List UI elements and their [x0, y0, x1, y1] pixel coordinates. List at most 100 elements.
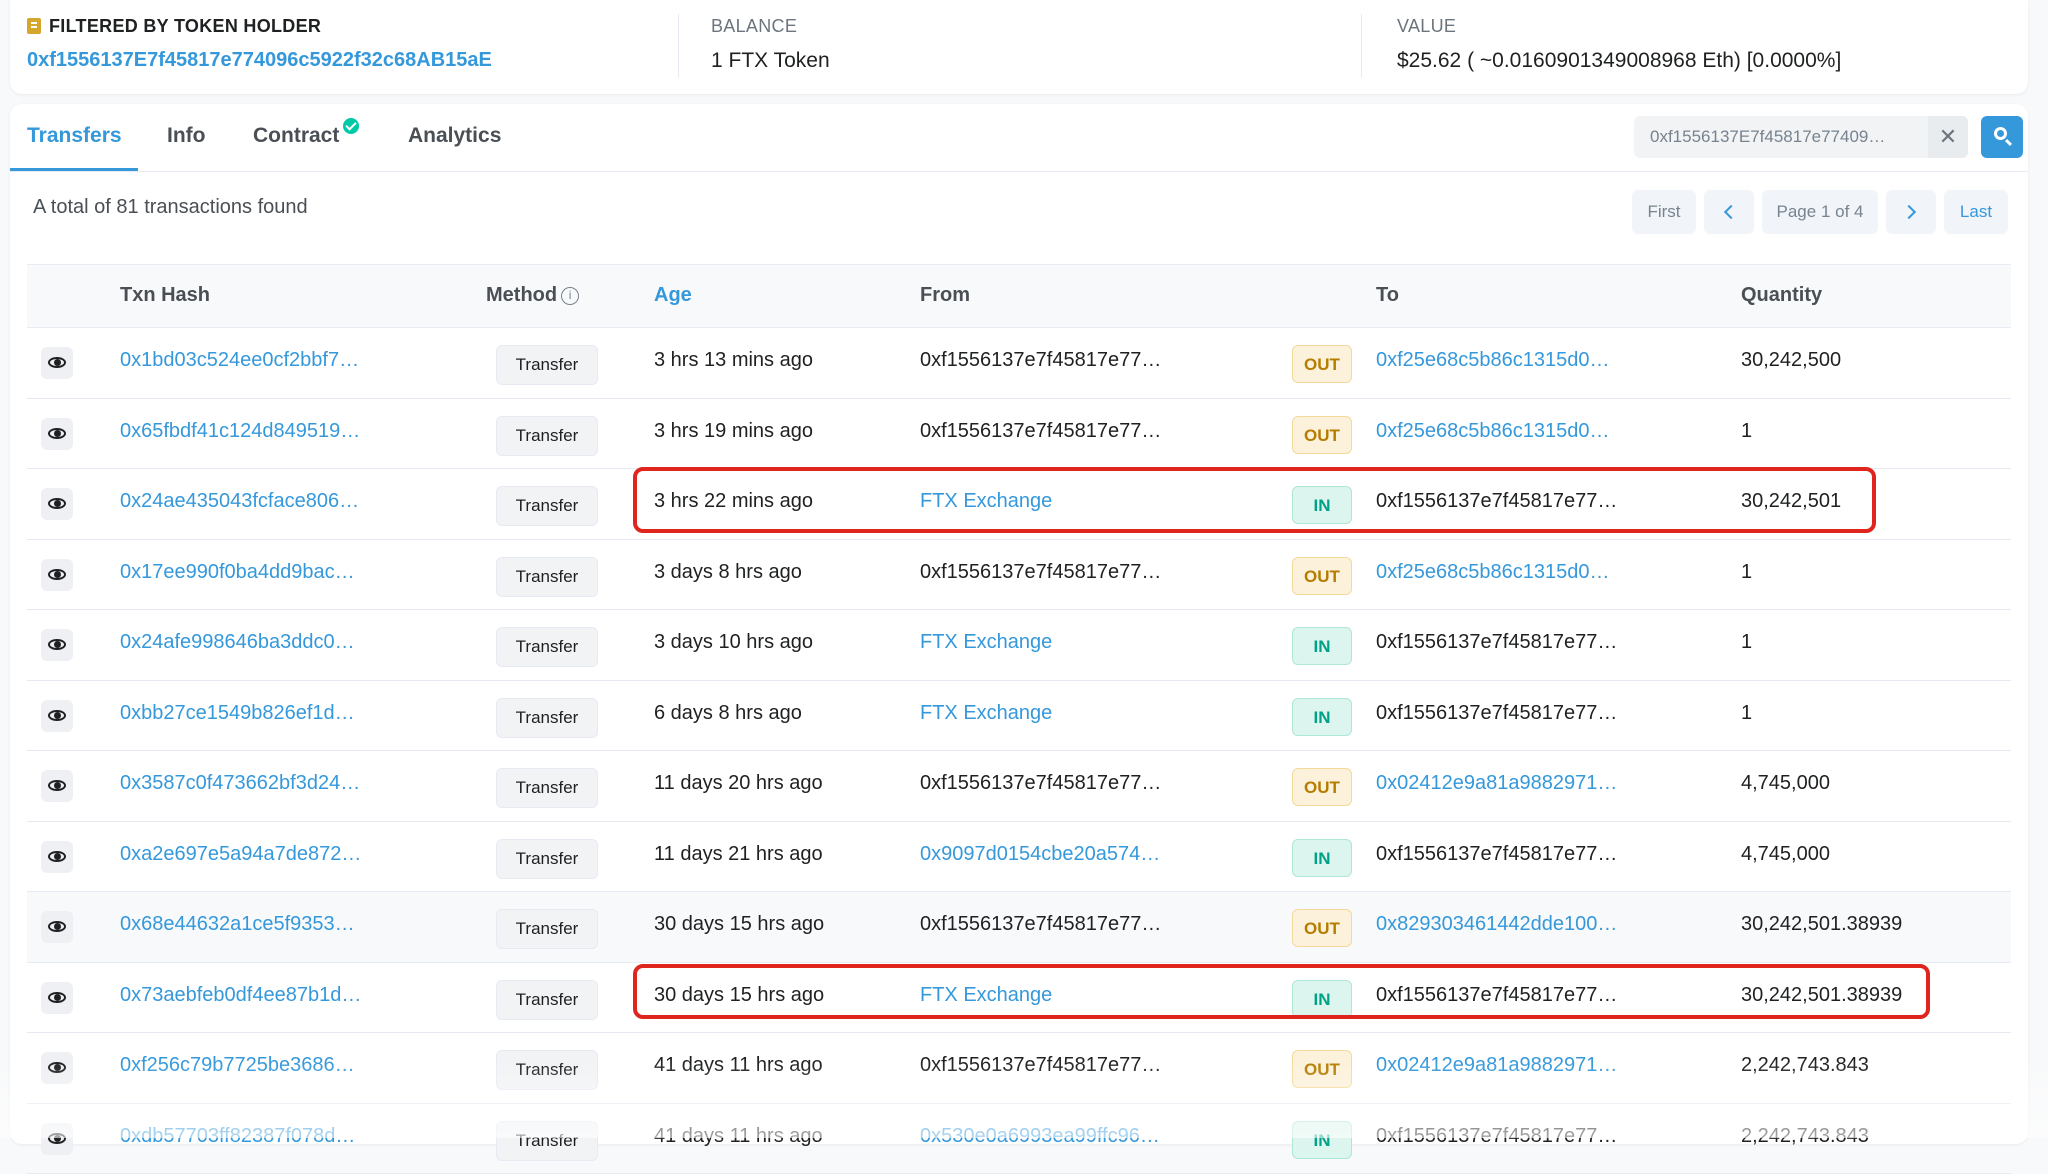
col-txn-hash: Txn Hash [120, 284, 210, 307]
from-address: 0xf1556137e7f45817e77… [920, 349, 1161, 372]
direction-badge: IN [1292, 627, 1352, 665]
pager-first-button[interactable]: First [1632, 190, 1696, 234]
to-address[interactable]: 0xf25e68c5b86c1315d0… [1376, 420, 1610, 443]
age-cell: 11 days 21 hrs ago [654, 843, 823, 866]
age-cell: 3 days 8 hrs ago [654, 561, 802, 584]
age-cell: 3 hrs 19 mins ago [654, 420, 813, 443]
info-icon[interactable]: i [561, 287, 579, 305]
view-details-button[interactable] [41, 559, 73, 591]
table-row: 0x24ae435043fcface806…Transfer3 hrs 22 m… [27, 469, 2011, 540]
view-details-button[interactable] [41, 841, 73, 873]
quantity-cell: 1 [1741, 631, 1752, 654]
age-cell: 30 days 15 hrs ago [654, 984, 824, 1007]
txn-hash-link[interactable]: 0x73aebfeb0df4ee87b1d… [120, 984, 361, 1007]
tab-contract[interactable]: Contract [253, 124, 359, 148]
quantity-cell: 30,242,501.38939 [1741, 913, 1902, 936]
tab-info[interactable]: Info [167, 124, 205, 148]
balance-label: BALANCE [711, 16, 797, 37]
col-age[interactable]: Age [654, 284, 692, 307]
method-badge: Transfer [496, 1121, 598, 1161]
view-details-button[interactable] [41, 1052, 73, 1084]
txn-hash-link[interactable]: 0x24ae435043fcface806… [120, 490, 359, 513]
quantity-cell: 2,242,743.843 [1741, 1054, 1869, 1077]
from-address[interactable]: FTX Exchange [920, 702, 1052, 725]
verified-check-icon [343, 118, 359, 134]
txn-hash-link[interactable]: 0x17ee990f0ba4dd9bac… [120, 561, 355, 584]
col-quantity: Quantity [1741, 284, 1822, 307]
view-details-button[interactable] [41, 911, 73, 943]
method-badge: Transfer [496, 909, 598, 949]
quantity-cell: 30,242,500 [1741, 349, 1841, 372]
view-details-button[interactable] [41, 418, 73, 450]
from-address[interactable]: 0x530e0a6993ea99ffc96… [920, 1125, 1160, 1148]
from-address: 0xf1556137e7f45817e77… [920, 913, 1161, 936]
tab-bar: Transfers Info Contract Analytics ✕ [10, 104, 2028, 172]
to-address[interactable]: 0xf25e68c5b86c1315d0… [1376, 349, 1610, 372]
pager-last-button[interactable]: Last [1944, 190, 2008, 234]
age-cell: 41 days 11 hrs ago [654, 1054, 823, 1077]
from-address[interactable]: FTX Exchange [920, 984, 1052, 1007]
txn-hash-link[interactable]: 0x24afe998646ba3ddc0… [120, 631, 355, 654]
method-badge: Transfer [496, 345, 598, 385]
col-to: To [1376, 284, 1399, 307]
view-details-button[interactable] [41, 488, 73, 520]
method-badge: Transfer [496, 768, 598, 808]
table-row: 0x17ee990f0ba4dd9bac… Transfer 3 days 8 hr… [27, 540, 2011, 611]
address-filter-input[interactable] [1634, 116, 1928, 158]
to-address[interactable]: 0x829303461442dde100… [1376, 913, 1617, 936]
to-address[interactable]: 0x02412e9a81a9882971… [1376, 1054, 1617, 1077]
txn-hash-link[interactable]: 0x68e44632a1ce5f9353… [120, 913, 355, 936]
table-body: 0x1bd03c524ee0cf2bbf7…Transfer3 hrs 13 m… [27, 328, 2011, 1174]
search-button[interactable] [1981, 116, 2023, 158]
from-address[interactable]: FTX Exchange [920, 490, 1052, 513]
pager-next-button[interactable] [1886, 190, 1936, 234]
direction-badge: IN [1292, 980, 1352, 1018]
chevron-left-icon [1724, 205, 1738, 219]
view-details-button[interactable] [41, 700, 73, 732]
to-address[interactable]: 0xf25e68c5b86c1315d0… [1376, 561, 1610, 584]
method-badge: Transfer [496, 839, 598, 879]
method-badge: Transfer [496, 627, 598, 667]
txn-hash-link[interactable]: 0xdb57703ff82387f078d… [120, 1125, 355, 1148]
txn-hash-link[interactable]: 0xf256c79b7725be3686… [120, 1054, 355, 1077]
quantity-cell: 4,745,000 [1741, 843, 1830, 866]
from-address: 0xf1556137e7f45817e77… [920, 772, 1161, 795]
from-address[interactable]: 0x9097d0154cbe20a574… [920, 843, 1160, 866]
view-details-button[interactable] [41, 1123, 73, 1155]
age-cell: 11 days 20 hrs ago [654, 772, 823, 795]
direction-badge: OUT [1292, 1050, 1352, 1088]
view-details-button[interactable] [41, 982, 73, 1014]
tab-transfers[interactable]: Transfers [27, 124, 122, 148]
age-cell: 41 days 11 hrs ago [654, 1125, 823, 1148]
to-address[interactable]: 0x02412e9a81a9882971… [1376, 772, 1617, 795]
age-cell: 6 days 8 hrs ago [654, 702, 802, 725]
direction-badge: OUT [1292, 345, 1352, 383]
tab-contract-label: Contract [253, 124, 339, 147]
txn-hash-link[interactable]: 0x3587c0f473662bf3d24… [120, 772, 360, 795]
clear-filter-button[interactable]: ✕ [1928, 116, 1968, 158]
txn-hash-link[interactable]: 0x1bd03c524ee0cf2bbf7… [120, 349, 359, 372]
from-address[interactable]: FTX Exchange [920, 631, 1052, 654]
method-badge: Transfer [496, 486, 598, 526]
table-row: 0x68e44632a1ce5f9353…Transfer30 days 15 … [27, 892, 2011, 963]
method-badge: Transfer [496, 557, 598, 597]
value-amount: $25.62 ( ~0.0160901349008968 Eth) [0.000… [1397, 49, 1841, 73]
from-address: 0xf1556137e7f45817e77… [920, 561, 1161, 584]
tab-analytics[interactable]: Analytics [408, 124, 501, 148]
view-details-button[interactable] [41, 770, 73, 802]
view-details-button[interactable] [41, 347, 73, 379]
txn-hash-link[interactable]: 0x65fbdf41c124d849519… [120, 420, 360, 443]
to-address: 0xf1556137e7f45817e77… [1376, 631, 1617, 654]
direction-badge: OUT [1292, 909, 1352, 947]
pager-prev-button[interactable] [1704, 190, 1754, 234]
view-details-button[interactable] [41, 629, 73, 661]
col-from: From [920, 284, 970, 307]
age-cell: 3 days 10 hrs ago [654, 631, 813, 654]
txn-hash-link[interactable]: 0xa2e697e5a94a7de872… [120, 843, 361, 866]
holder-filter-label: FILTERED BY TOKEN HOLDER [27, 16, 321, 37]
holder-address-link[interactable]: 0xf1556137E7f45817e774096c5922f32c68AB15… [27, 49, 492, 72]
token-holder-summary: FILTERED BY TOKEN HOLDER 0xf1556137E7f45… [10, 0, 2028, 94]
txn-hash-link[interactable]: 0xbb27ce1549b826ef1d… [120, 702, 355, 725]
table-row: 0x24afe998646ba3ddc0… Transfer 3 days 10 h… [27, 610, 2011, 681]
table-row: 0x1bd03c524ee0cf2bbf7…Transfer3 hrs 13 m… [27, 328, 2011, 399]
